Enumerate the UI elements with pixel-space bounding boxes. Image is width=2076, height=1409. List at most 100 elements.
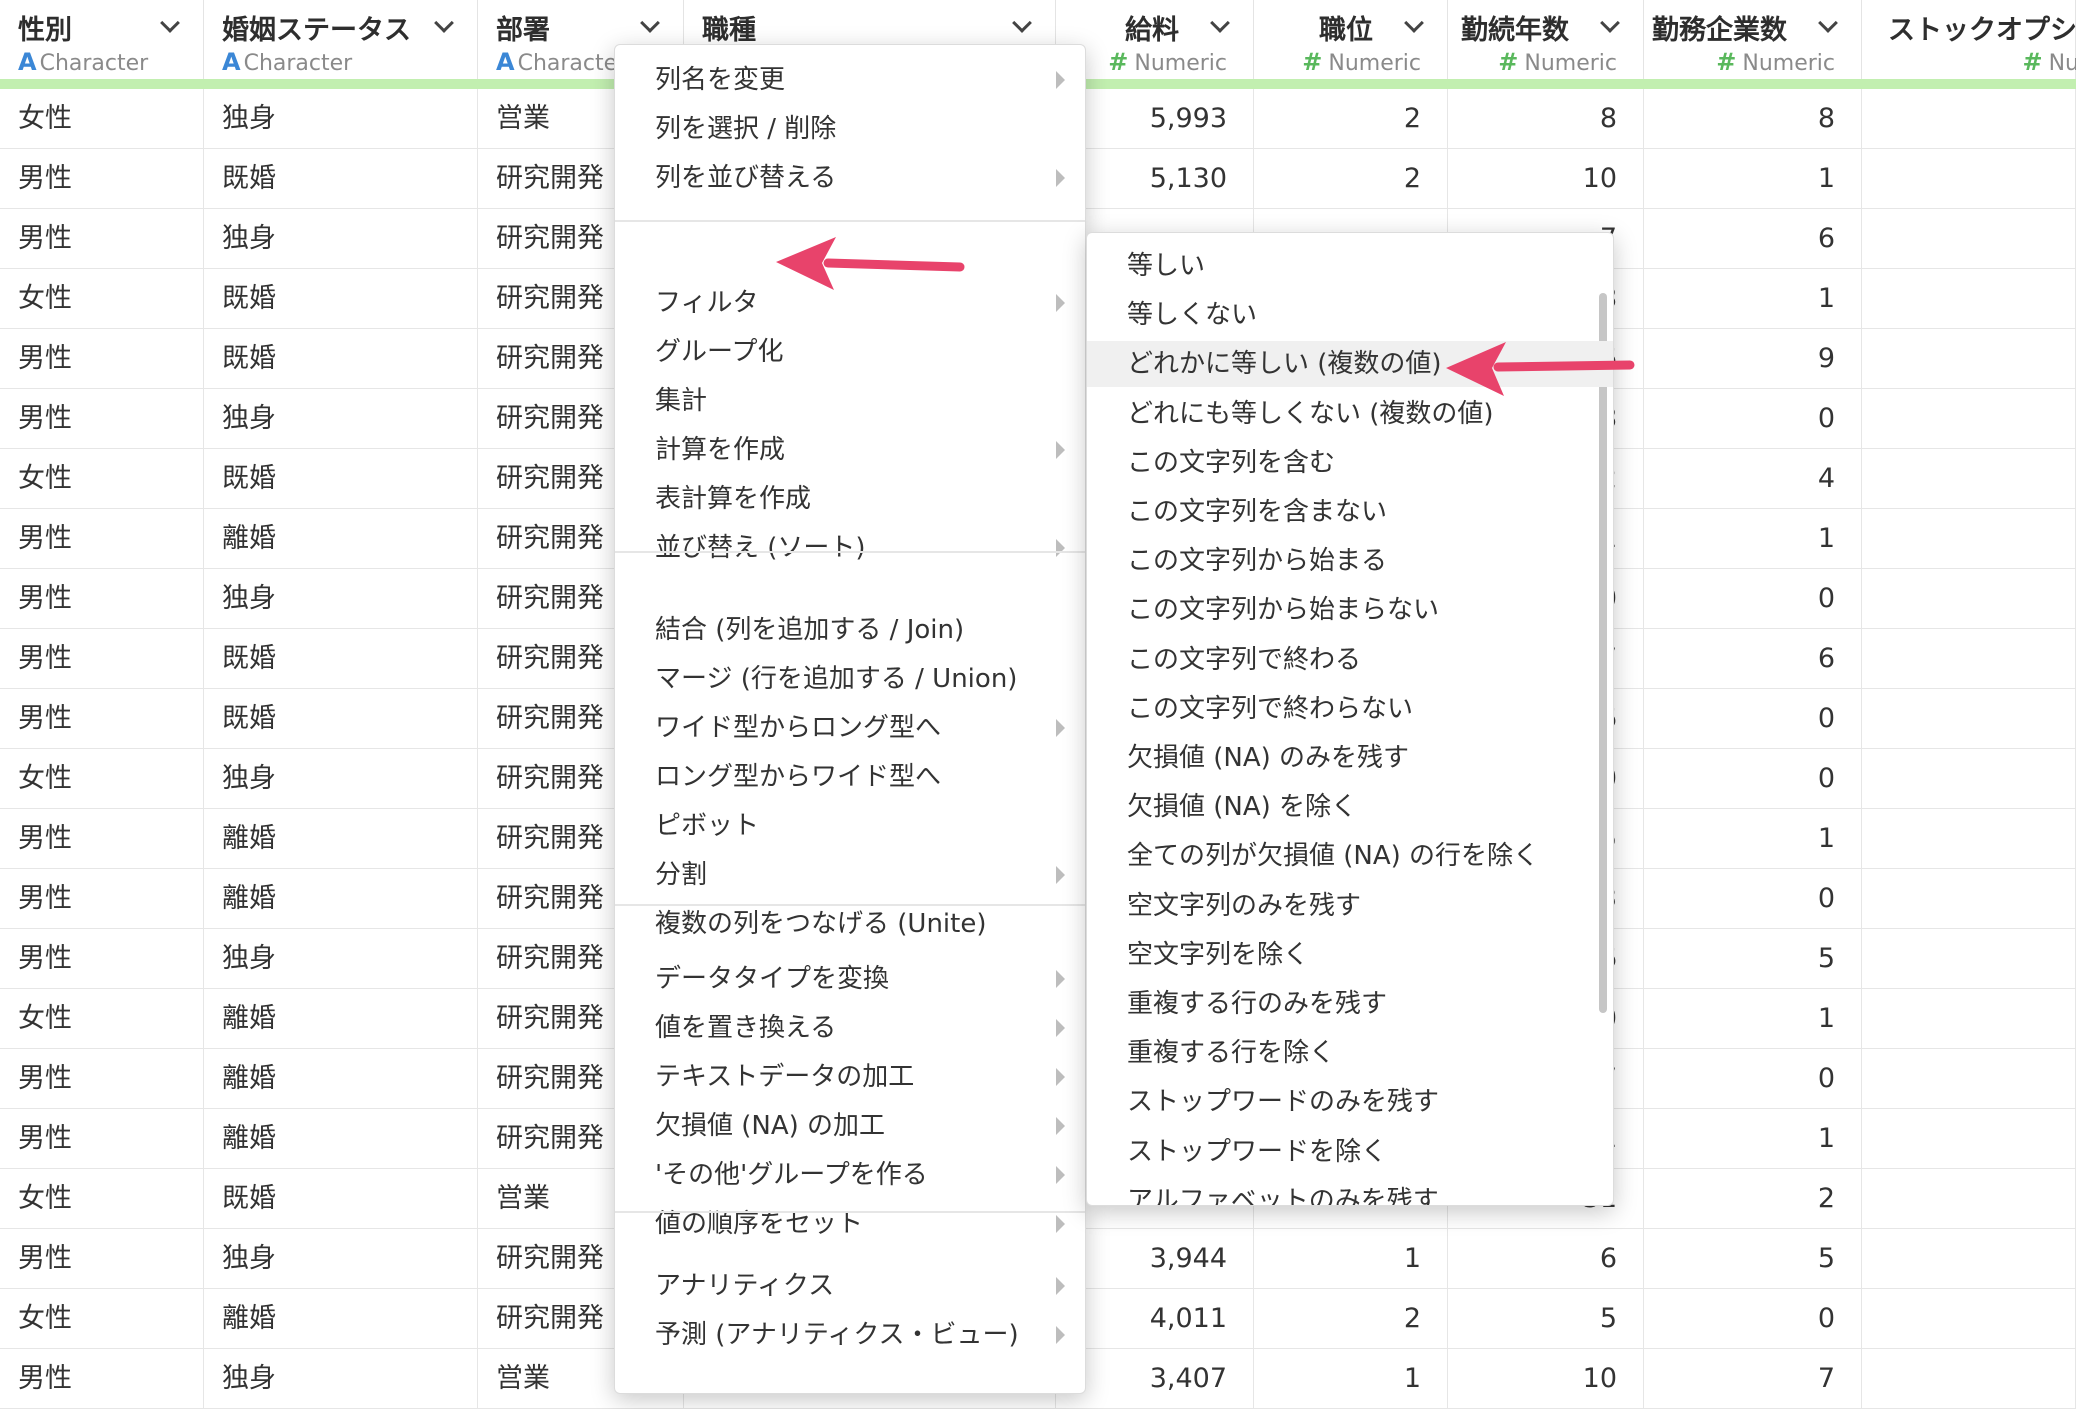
filter-option[interactable]: この文字列を含む: [1087, 440, 1613, 486]
table-cell[interactable]: 5: [1644, 1229, 1862, 1289]
table-cell[interactable]: 6: [1644, 629, 1862, 689]
table-cell[interactable]: 男性: [0, 569, 204, 629]
menu-item[interactable]: アナリティクス: [615, 1263, 1085, 1309]
table-cell[interactable]: 6: [1644, 209, 1862, 269]
table-cell[interactable]: 2: [1644, 1169, 1862, 1229]
table-cell[interactable]: 独身: [204, 569, 478, 629]
table-cell[interactable]: 離婚: [204, 1109, 478, 1169]
table-cell[interactable]: 既婚: [204, 689, 478, 749]
table-cell[interactable]: [1862, 449, 2076, 509]
menu-item[interactable]: 列名を変更: [615, 57, 1085, 103]
table-cell[interactable]: [1862, 1109, 2076, 1169]
table-cell[interactable]: [1862, 509, 2076, 569]
table-cell[interactable]: 女性: [0, 89, 204, 149]
table-cell[interactable]: 1: [1644, 809, 1862, 869]
chevron-down-icon[interactable]: [1210, 13, 1230, 33]
column-header[interactable]: 職位 # Numeric: [1254, 0, 1448, 79]
menu-item[interactable]: 値を置き換える: [615, 1005, 1085, 1051]
chevron-down-icon[interactable]: [640, 13, 660, 33]
table-cell[interactable]: 0: [1644, 389, 1862, 449]
table-cell[interactable]: 男性: [0, 869, 204, 929]
table-cell[interactable]: 1: [1254, 1229, 1448, 1289]
menu-item[interactable]: ロング型からワイド型へ: [615, 754, 1085, 800]
filter-option[interactable]: 欠損値 (NA) のみを残す: [1087, 735, 1613, 781]
table-cell[interactable]: 離婚: [204, 989, 478, 1049]
table-cell[interactable]: 5: [1448, 1289, 1644, 1349]
table-cell[interactable]: 離婚: [204, 869, 478, 929]
table-cell[interactable]: 1: [1644, 509, 1862, 569]
table-cell[interactable]: 1: [1254, 1349, 1448, 1409]
table-cell[interactable]: [1862, 749, 2076, 809]
table-cell[interactable]: 男性: [0, 149, 204, 209]
table-cell[interactable]: 0: [1644, 689, 1862, 749]
table-cell[interactable]: 6: [1448, 1229, 1644, 1289]
menu-item[interactable]: 結合 (列を追加する / Join): [615, 607, 1085, 653]
table-cell[interactable]: [1862, 389, 2076, 449]
table-cell[interactable]: 既婚: [204, 449, 478, 509]
table-cell[interactable]: 8: [1448, 89, 1644, 149]
menu-item[interactable]: 計算を作成: [615, 427, 1085, 473]
table-cell[interactable]: 2: [1254, 149, 1448, 209]
filter-option[interactable]: 等しい: [1087, 243, 1613, 289]
table-cell[interactable]: [1862, 1349, 2076, 1409]
filter-option[interactable]: ストップワードを除く: [1087, 1129, 1613, 1175]
filter-option[interactable]: この文字列で終わらない: [1087, 686, 1613, 732]
menu-item[interactable]: 列を並び替える: [615, 155, 1085, 201]
table-cell[interactable]: 0: [1644, 749, 1862, 809]
table-cell[interactable]: 男性: [0, 509, 204, 569]
table-cell[interactable]: 離婚: [204, 809, 478, 869]
chevron-down-icon[interactable]: [160, 13, 180, 33]
table-cell[interactable]: 男性: [0, 1109, 204, 1169]
filter-option[interactable]: 空文字列のみを残す: [1087, 883, 1613, 929]
menu-item[interactable]: ピボット: [615, 803, 1085, 849]
table-cell[interactable]: 女性: [0, 269, 204, 329]
table-cell[interactable]: [1862, 929, 2076, 989]
table-cell[interactable]: 男性: [0, 389, 204, 449]
menu-item[interactable]: マージ (行を追加する / Union): [615, 656, 1085, 702]
table-cell[interactable]: [1862, 869, 2076, 929]
table-cell[interactable]: [1862, 989, 2076, 1049]
table-cell[interactable]: 4: [1644, 449, 1862, 509]
table-cell[interactable]: [1862, 149, 2076, 209]
table-cell[interactable]: 女性: [0, 1169, 204, 1229]
table-cell[interactable]: [1862, 569, 2076, 629]
filter-option[interactable]: アルファベットのみを残す: [1087, 1178, 1613, 1205]
chevron-down-icon[interactable]: [434, 13, 454, 33]
table-cell[interactable]: 男性: [0, 689, 204, 749]
table-cell[interactable]: 独身: [204, 389, 478, 449]
filter-option[interactable]: 重複する行を除く: [1087, 1030, 1613, 1076]
menu-item[interactable]: テキストデータの加工: [615, 1054, 1085, 1100]
table-cell[interactable]: 1: [1644, 149, 1862, 209]
filter-option[interactable]: この文字列から始まらない: [1087, 587, 1613, 633]
filter-option[interactable]: ストップワードのみを残す: [1087, 1079, 1613, 1125]
table-cell[interactable]: 9: [1644, 329, 1862, 389]
table-cell[interactable]: 既婚: [204, 269, 478, 329]
table-cell[interactable]: 離婚: [204, 509, 478, 569]
column-header[interactable]: 勤続年数 # Numeric: [1448, 0, 1644, 79]
table-cell[interactable]: 男性: [0, 629, 204, 689]
menu-item[interactable]: ワイド型からロング型へ: [615, 705, 1085, 751]
table-cell[interactable]: 7: [1644, 1349, 1862, 1409]
filter-option[interactable]: この文字列から始まる: [1087, 538, 1613, 584]
table-cell[interactable]: [1862, 209, 2076, 269]
table-cell[interactable]: 1: [1644, 1109, 1862, 1169]
table-cell[interactable]: [1862, 329, 2076, 389]
table-cell[interactable]: 女性: [0, 989, 204, 1049]
table-cell[interactable]: 0: [1644, 1049, 1862, 1109]
table-cell[interactable]: 既婚: [204, 329, 478, 389]
table-cell[interactable]: 既婚: [204, 149, 478, 209]
menu-item[interactable]: 列を選択 / 削除: [615, 106, 1085, 152]
filter-option[interactable]: 重複する行のみを残す: [1087, 981, 1613, 1027]
menu-item[interactable]: 分割: [615, 852, 1085, 898]
chevron-down-icon[interactable]: [1404, 13, 1424, 33]
table-cell[interactable]: [1862, 629, 2076, 689]
table-cell[interactable]: 1: [1644, 989, 1862, 1049]
table-cell[interactable]: 5: [1644, 929, 1862, 989]
table-cell[interactable]: 0: [1644, 1289, 1862, 1349]
table-cell[interactable]: 離婚: [204, 1289, 478, 1349]
menu-item[interactable]: 複数の列をつなげる (Unite): [615, 901, 1085, 947]
table-cell[interactable]: 既婚: [204, 1169, 478, 1229]
table-cell[interactable]: [1862, 1229, 2076, 1289]
table-cell[interactable]: [1862, 1289, 2076, 1349]
table-cell[interactable]: [1862, 689, 2076, 749]
